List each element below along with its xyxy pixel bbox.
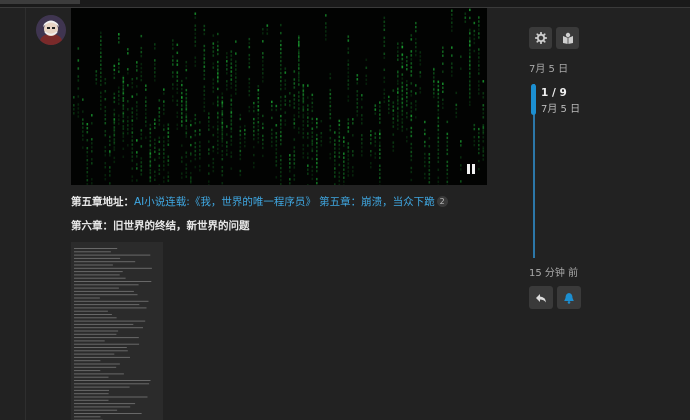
content-divider xyxy=(25,8,26,420)
matrix-video[interactable] xyxy=(71,8,487,185)
timeline-position: 1 / 9 xyxy=(541,87,567,99)
chapter6-label: 第六章：旧世界的终结，新世界的问题 xyxy=(71,220,250,232)
gear-icon xyxy=(534,32,547,44)
click-count-badge: 2 xyxy=(436,196,448,207)
top-tab-indicator xyxy=(0,0,80,4)
reply-button[interactable] xyxy=(529,286,553,309)
timeline-end-date[interactable]: 15 分钟 前 xyxy=(529,264,578,279)
timeline-start-date[interactable]: 7月 5 日 xyxy=(529,60,568,75)
map-icon xyxy=(562,32,573,44)
matrix-rain-graphic xyxy=(73,8,485,185)
chapter5-link[interactable]: AI小说连载:《我，世界的唯一程序员》 第五章：崩溃，当众下跪 xyxy=(134,196,435,208)
timeline-position-date: 7月 5 日 xyxy=(541,104,581,115)
topic-map-button[interactable] xyxy=(556,27,579,49)
code-screenshot-image[interactable] xyxy=(71,242,163,420)
reply-icon xyxy=(536,293,546,302)
top-bar xyxy=(0,0,690,8)
code-lines-graphic xyxy=(74,248,152,420)
chapter5-line: 第五章地址：AI小说连载:《我，世界的唯一程序员》 第五章：崩溃，当众下跪 2 xyxy=(71,195,448,209)
notification-button[interactable] xyxy=(557,286,581,309)
pause-icon[interactable] xyxy=(465,163,477,175)
settings-button[interactable] xyxy=(529,27,552,49)
chapter5-label: 第五章地址： xyxy=(71,196,134,208)
avatar[interactable] xyxy=(36,15,66,45)
bell-icon xyxy=(564,292,574,304)
timeline-handle[interactable] xyxy=(531,84,536,115)
chapter6-heading: 第六章：旧世界的终结，新世界的问题 xyxy=(71,219,250,233)
